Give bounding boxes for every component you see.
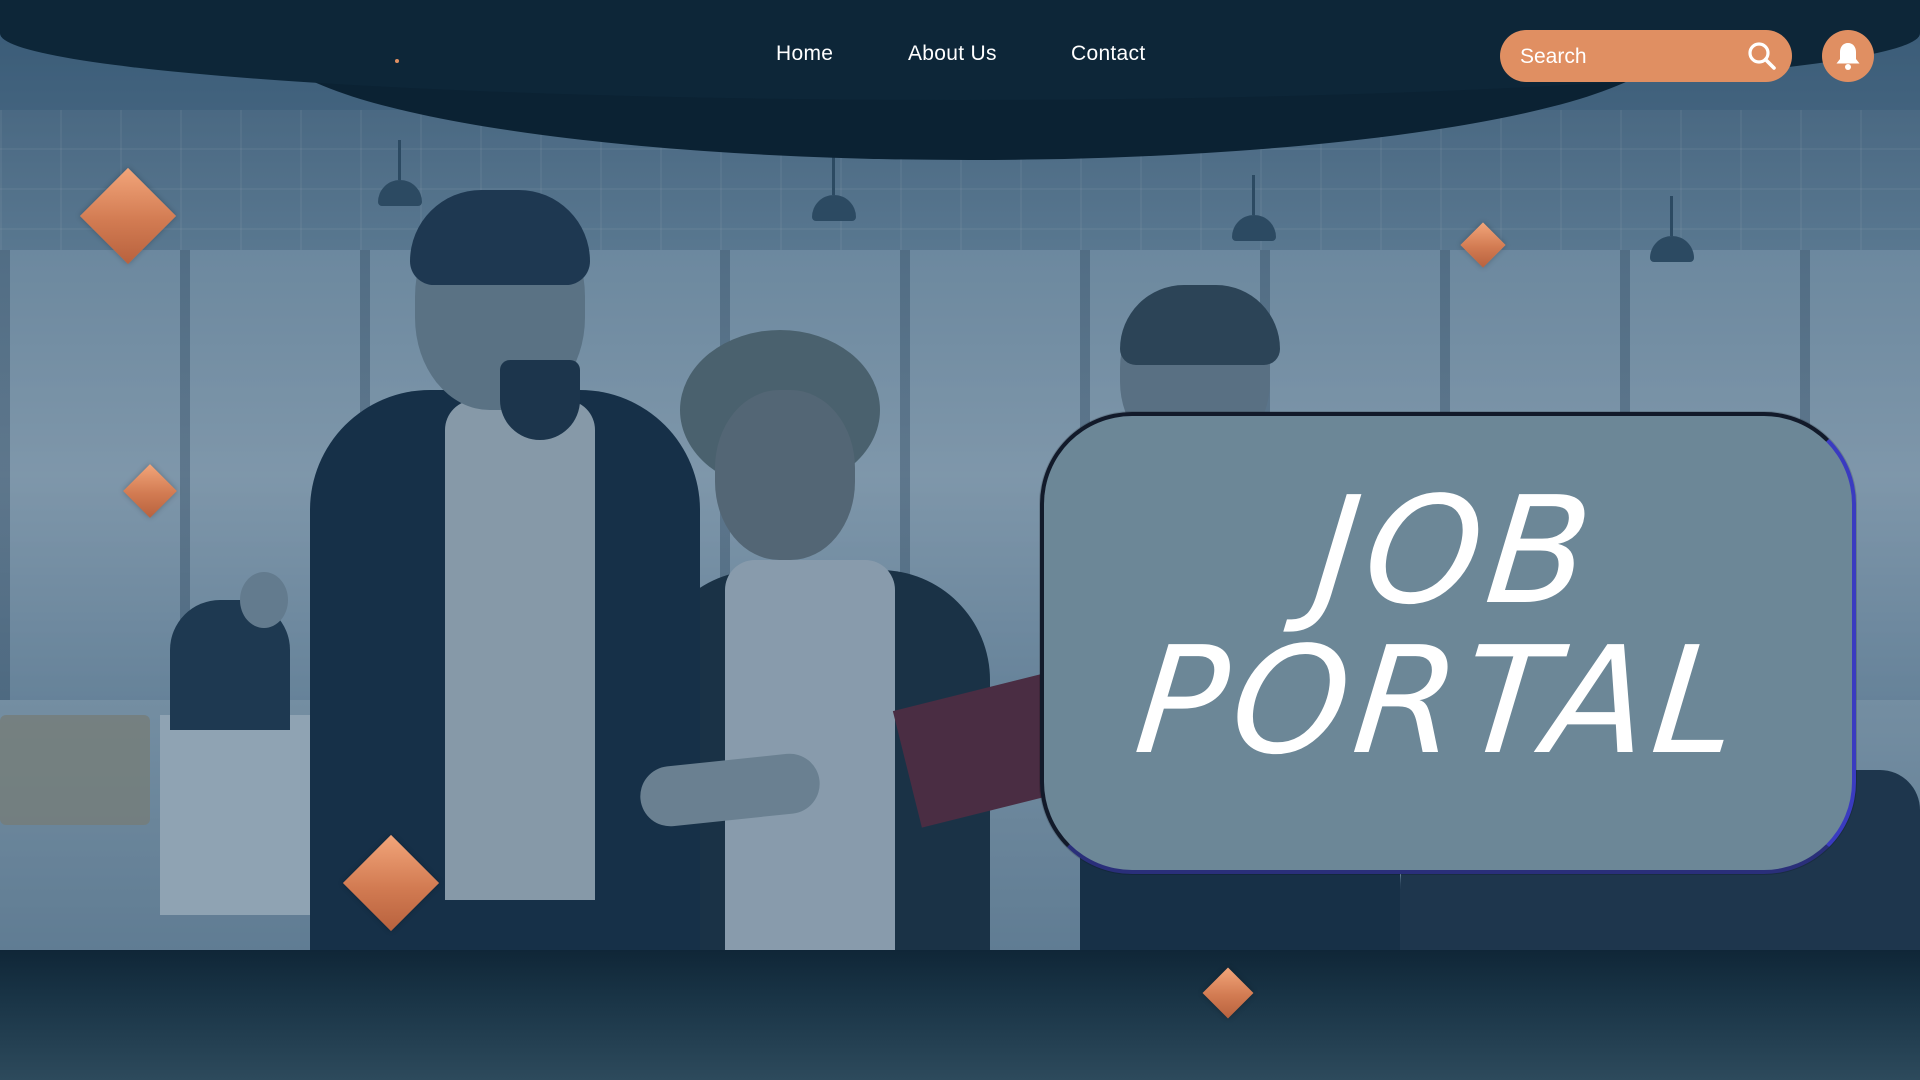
bell-icon <box>1836 43 1860 70</box>
nav-link-about-us[interactable]: About Us <box>908 42 997 66</box>
hero-title-line-2: PORTAL <box>1128 615 1752 787</box>
hero-title-line-1: JOB <box>1307 465 1605 637</box>
dashboard-frame <box>0 950 1920 1080</box>
search-icon[interactable] <box>1746 40 1778 72</box>
top-navigation: Home About Us Contact <box>0 0 1920 110</box>
hero-title-card: JOB PORTAL <box>1040 412 1856 874</box>
accent-dot <box>395 59 399 63</box>
search-bar <box>1500 30 1792 84</box>
notifications-button[interactable] <box>1822 30 1874 82</box>
nav-link-contact[interactable]: Contact <box>1071 42 1145 66</box>
search-input[interactable] <box>1518 30 1742 84</box>
hero-title: JOB PORTAL <box>1028 465 1868 787</box>
nav-link-home[interactable]: Home <box>776 42 833 66</box>
